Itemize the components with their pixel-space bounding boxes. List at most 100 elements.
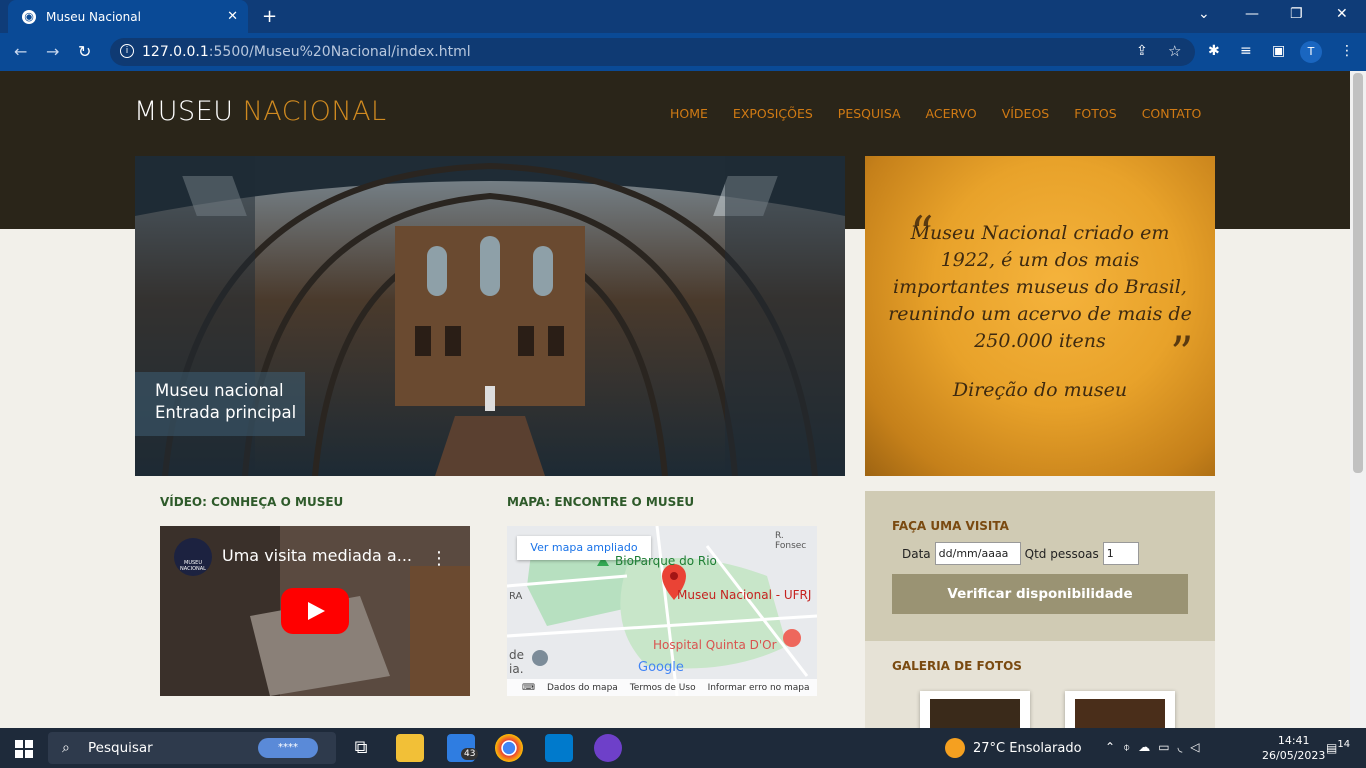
nav-videos[interactable]: VÍDEOS	[1002, 106, 1050, 121]
info-icon[interactable]: i	[120, 44, 134, 58]
map-label-street: R. Fonsec	[775, 531, 807, 551]
extensions-icon[interactable]: ✱	[1208, 43, 1220, 59]
close-window-icon[interactable]: ✕	[1336, 6, 1348, 22]
map-embed[interactable]: Ver mapa ampliado BioParque do Rio Museu…	[507, 526, 817, 696]
photo-gallery: GALERIA DE FOTOS	[865, 641, 1215, 728]
nav-acervo[interactable]: ACERVO	[926, 106, 977, 121]
map-section-title: MAPA: ENCONTRE O MUSEU	[507, 495, 695, 509]
task-view-icon[interactable]: ⧉	[347, 734, 375, 762]
reload-icon[interactable]: ↻	[78, 42, 91, 61]
vscode-icon[interactable]	[545, 734, 573, 762]
weather-text: 27°C Ensolarado	[973, 740, 1082, 756]
visit-fields: Data dd/mm/aaaa Qtd pessoas 1	[902, 542, 1139, 565]
quote-panel: “ Museu Nacional criado em 1922, é um do…	[865, 156, 1215, 476]
web-page: MUSEU NACIONAL HOME EXPOSIÇÕES PESQUISA …	[0, 71, 1350, 728]
profile-avatar[interactable]: T	[1300, 41, 1322, 63]
media-icon[interactable]: ≡	[1240, 43, 1252, 59]
search-icon: ⌕	[62, 740, 70, 756]
quote-signature: Direção do museu	[952, 379, 1128, 401]
video-embed[interactable]: MUSEU NACIONAL Uma visita mediada a... ⋮	[160, 526, 470, 696]
video-menu-icon[interactable]: ⋮	[430, 548, 448, 569]
nav-pesquisa[interactable]: PESQUISA	[838, 106, 901, 121]
gallery-photo[interactable]	[1065, 691, 1175, 728]
hero-caption: Museu nacional Entrada principal	[135, 372, 305, 436]
map-label-edge-c: ia.	[509, 662, 524, 676]
nav-exposicoes[interactable]: EXPOSIÇÕES	[733, 106, 813, 121]
windows-taskbar: ⌕ Pesquisar **** ⧉ 43 27°C Ensolarado ⌃⌽…	[0, 728, 1366, 768]
qty-label: Qtd pessoas	[1024, 546, 1099, 561]
browser-tab-bar: ◉ Museu Nacional ✕ + ⌄ — ❐ ✕	[0, 0, 1366, 33]
gallery-photo[interactable]	[920, 691, 1030, 728]
hero-caption-subtitle: Entrada principal	[155, 403, 297, 422]
kebab-menu-icon[interactable]: ⋮	[1340, 43, 1354, 59]
keyboard-icon[interactable]: ⌨	[522, 683, 535, 693]
clock[interactable]: 14:41 26/05/2023	[1262, 733, 1325, 763]
date-label: Data	[902, 546, 931, 561]
map-label-museum[interactable]: Museu Nacional - UFRJ	[677, 588, 811, 602]
check-availability-button[interactable]: Verificar disponibilidade	[892, 574, 1188, 614]
map-label-edge-b: de	[509, 648, 524, 662]
address-toolbar: ← → ↻ i 127.0.0.1:5500/Museu%20Nacional/…	[0, 33, 1366, 71]
hero-caption-title: Museu nacional	[155, 381, 284, 400]
site-logo[interactable]: MUSEU NACIONAL	[134, 96, 387, 127]
nav-home[interactable]: HOME	[670, 106, 708, 121]
clock-time: 14:41	[1277, 734, 1310, 747]
password-icon: ****	[258, 738, 318, 758]
close-quote-icon: ”	[1170, 326, 1194, 380]
sun-icon	[945, 738, 965, 758]
video-section-title: VÍDEO: CONHEÇA O MUSEU	[160, 495, 344, 509]
new-tab-icon[interactable]: +	[262, 6, 277, 27]
quote-text: Museu Nacional criado em 1922, é um dos …	[888, 222, 1192, 352]
system-tray-icons[interactable]: ⌃⌽☁▭◟◁	[1105, 740, 1207, 755]
minimize-icon[interactable]: —	[1245, 6, 1259, 22]
map-data-link[interactable]: Dados do mapa	[547, 683, 618, 693]
restore-icon[interactable]: ❐	[1290, 6, 1303, 22]
map-report-link[interactable]: Informar erro no mapa	[708, 683, 810, 693]
map-label-hospital: Hospital Quinta D'Or	[653, 638, 777, 652]
chevron-down-icon[interactable]: ⌄	[1198, 6, 1210, 22]
map-footer: ⌨ Dados do mapa Termos de Uso Informar e…	[507, 679, 817, 696]
video-title[interactable]: Uma visita mediada a...	[222, 546, 412, 565]
notification-icon[interactable]: ▤14	[1326, 739, 1350, 755]
nav-contato[interactable]: CONTATO	[1142, 106, 1202, 121]
hero-image: Museu nacional Entrada principal	[135, 156, 845, 476]
url-host: 127.0.0.1	[142, 44, 209, 60]
windows-start-icon[interactable]	[15, 740, 33, 758]
map-label-park: BioParque do Rio	[615, 554, 717, 568]
map-label-edge-a: RA	[509, 591, 523, 602]
share-icon[interactable]: ⇪	[1136, 43, 1148, 59]
mail-icon[interactable]: 43	[447, 734, 479, 762]
map-terms-link[interactable]: Termos de Uso	[630, 683, 696, 693]
close-tab-icon[interactable]: ✕	[227, 9, 238, 24]
browser-tab[interactable]: ◉ Museu Nacional ✕	[8, 0, 248, 33]
chrome-icon[interactable]	[495, 734, 523, 762]
qty-input[interactable]: 1	[1102, 542, 1139, 565]
bookmark-star-icon[interactable]: ☆	[1168, 42, 1181, 60]
tab-title: Museu Nacional	[46, 9, 141, 24]
forward-icon[interactable]: →	[46, 42, 59, 61]
visit-form: FAÇA UMA VISITA Data dd/mm/aaaa Qtd pess…	[865, 491, 1215, 641]
url-path: :5500/Museu%20Nacional/index.html	[208, 44, 471, 60]
scrollbar[interactable]	[1350, 71, 1366, 728]
file-explorer-icon[interactable]	[396, 734, 424, 762]
url-bar[interactable]: i 127.0.0.1:5500/Museu%20Nacional/index.…	[110, 38, 1195, 66]
search-placeholder: Pesquisar	[88, 740, 153, 756]
github-desktop-icon[interactable]	[594, 734, 622, 762]
date-input[interactable]: dd/mm/aaaa	[934, 542, 1021, 565]
play-icon[interactable]	[281, 588, 349, 634]
main-nav: HOME EXPOSIÇÕES PESQUISA ACERVO VÍDEOS F…	[670, 106, 1201, 121]
back-icon[interactable]: ←	[14, 42, 27, 61]
side-panel-icon[interactable]: ▣	[1272, 43, 1285, 59]
nav-fotos[interactable]: FOTOS	[1074, 106, 1116, 121]
scrollbar-thumb[interactable]	[1353, 73, 1363, 473]
gallery-title: GALERIA DE FOTOS	[892, 659, 1022, 673]
globe-icon: ◉	[22, 9, 36, 24]
mail-badge: 43	[461, 748, 479, 760]
visit-title: FAÇA UMA VISITA	[892, 519, 1009, 533]
google-logo: Google	[638, 660, 684, 675]
taskbar-search[interactable]: ⌕ Pesquisar ****	[48, 732, 336, 764]
museum-channel-logo[interactable]: MUSEU NACIONAL	[174, 538, 212, 576]
weather-widget[interactable]: 27°C Ensolarado	[945, 738, 1082, 758]
notification-count: 14	[1337, 739, 1351, 750]
clock-date: 26/05/2023	[1262, 749, 1326, 762]
